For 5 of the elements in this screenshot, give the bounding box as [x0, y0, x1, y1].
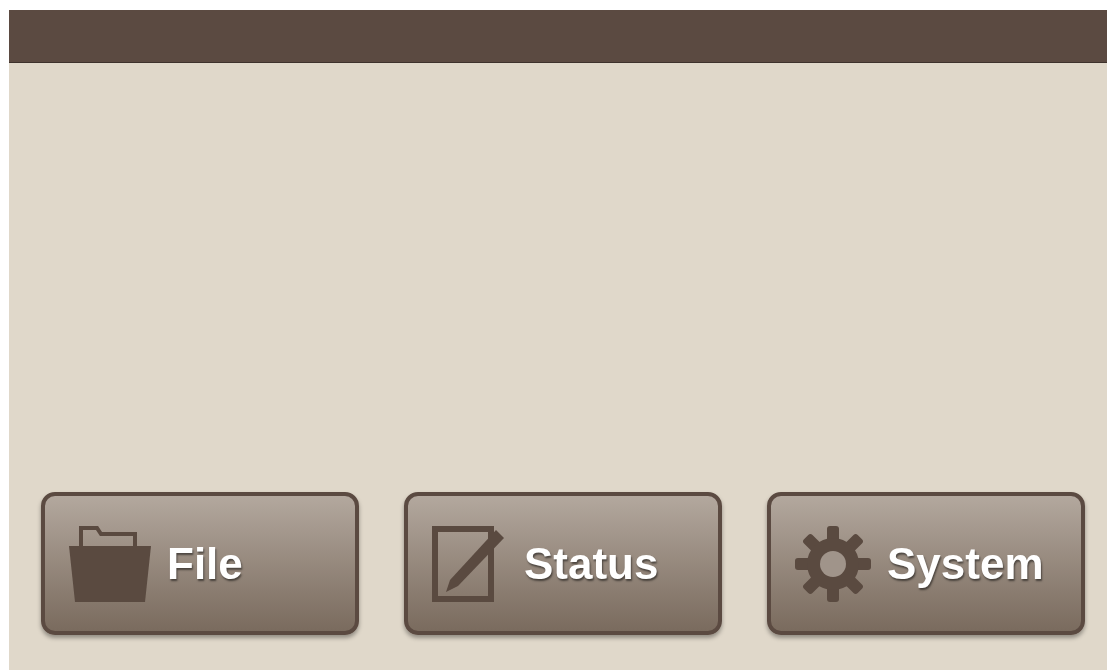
menu-button[interactable]: System: [767, 492, 1085, 635]
settings-icon: [795, 525, 871, 602]
folder-icon: [69, 525, 151, 602]
menu-button[interactable]: Status: [404, 492, 722, 635]
menu-button[interactable]: File: [41, 492, 359, 635]
